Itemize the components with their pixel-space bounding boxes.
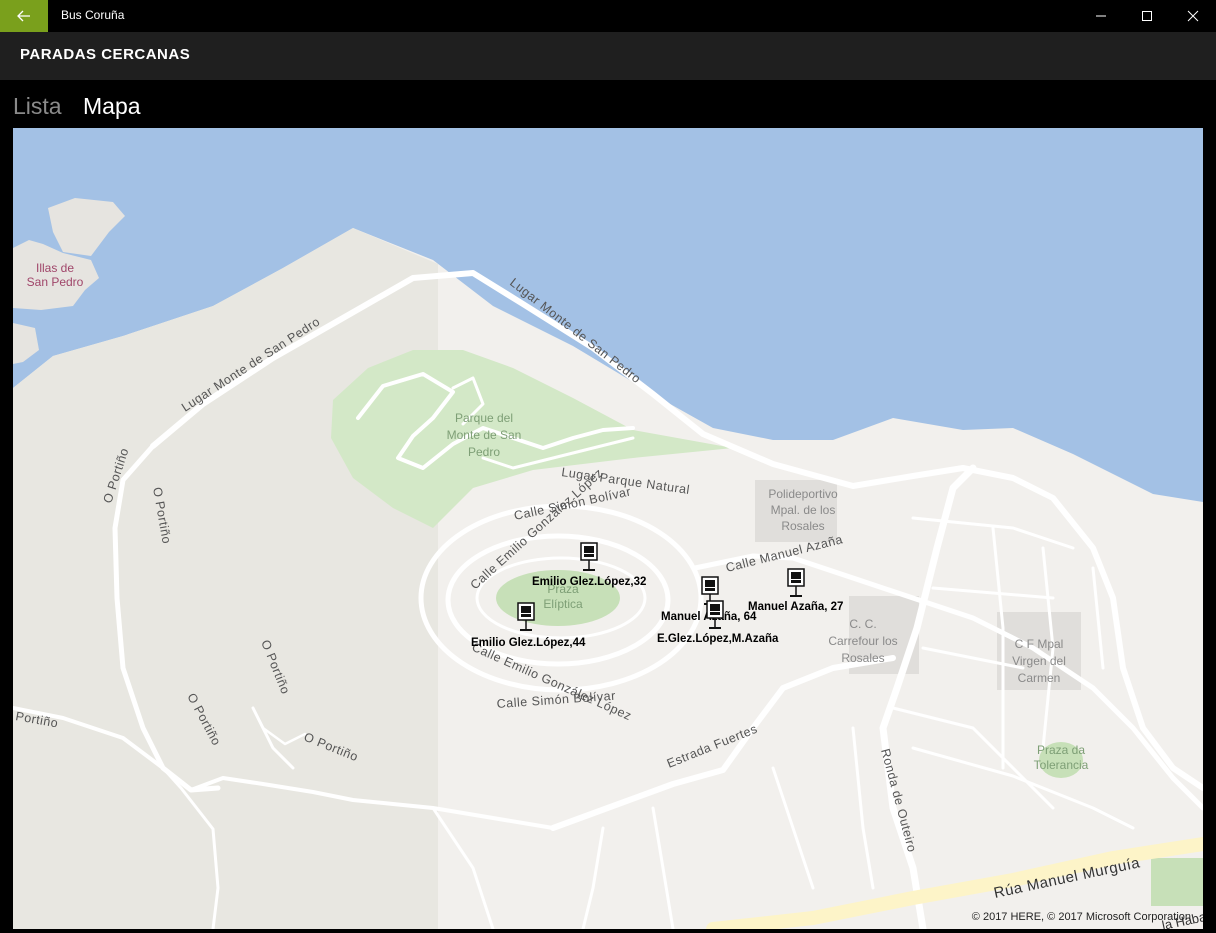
sports-field xyxy=(1151,858,1203,906)
place-label: Polideportivo xyxy=(768,487,838,501)
place-label: Parque del xyxy=(455,411,513,425)
place-label: Carrefour los xyxy=(828,634,897,648)
place-label: Praza da xyxy=(1037,743,1085,757)
bus-stop-label: Emilio Glez.López,44 xyxy=(471,637,586,649)
place-label: Pedro xyxy=(468,445,500,459)
place-label: Monte de San xyxy=(447,428,522,442)
place-label: Illas de xyxy=(36,261,74,275)
bus-stop-label: Emilio Glez.López,32 xyxy=(532,576,646,588)
minimize-button[interactable] xyxy=(1078,0,1124,32)
map-copyright: © 2017 HERE, © 2017 Microsoft Corporatio… xyxy=(971,911,1191,923)
place-label: Virgen del xyxy=(1012,654,1066,668)
minimize-icon xyxy=(1096,15,1106,17)
tab-mapa[interactable]: Mapa xyxy=(83,93,141,120)
bus-stop-label: Manuel Azaña, 27 xyxy=(748,601,843,613)
close-button[interactable] xyxy=(1170,0,1216,32)
place-label: Elíptica xyxy=(543,597,583,611)
map-canvas: Illas de San Pedro Parque del Monte de S… xyxy=(13,128,1203,929)
place-label: Tolerancia xyxy=(1034,758,1089,772)
app-window: Bus Coruña PARADAS CERCANAS Lista Mapa I… xyxy=(0,0,1216,933)
place-label: Carmen xyxy=(1018,671,1061,685)
page-title: PARADAS CERCANAS xyxy=(20,46,191,63)
place-label: C F Mpal xyxy=(1015,637,1064,651)
place-label: Rosales xyxy=(781,519,824,533)
place-label: Mpal. de los xyxy=(771,503,836,517)
pivot-tabs: Lista Mapa xyxy=(0,80,1216,128)
place-label: San Pedro xyxy=(27,275,84,289)
close-icon xyxy=(1187,10,1199,22)
back-button[interactable] xyxy=(0,0,48,32)
title-bar: Bus Coruña xyxy=(0,0,1216,32)
tab-lista[interactable]: Lista xyxy=(13,93,62,120)
bus-stop-label: E.Glez.López,M.Azaña xyxy=(657,633,779,645)
place-label: Rosales xyxy=(841,651,884,665)
maximize-button[interactable] xyxy=(1124,0,1170,32)
page-header: PARADAS CERCANAS xyxy=(0,32,1216,80)
app-title: Bus Coruña xyxy=(61,8,125,22)
map-view[interactable]: Illas de San Pedro Parque del Monte de S… xyxy=(13,128,1203,929)
back-arrow-icon xyxy=(17,10,30,22)
place-label: C. C. xyxy=(849,617,876,631)
bottom-edge xyxy=(0,929,1216,933)
maximize-icon xyxy=(1142,11,1152,21)
